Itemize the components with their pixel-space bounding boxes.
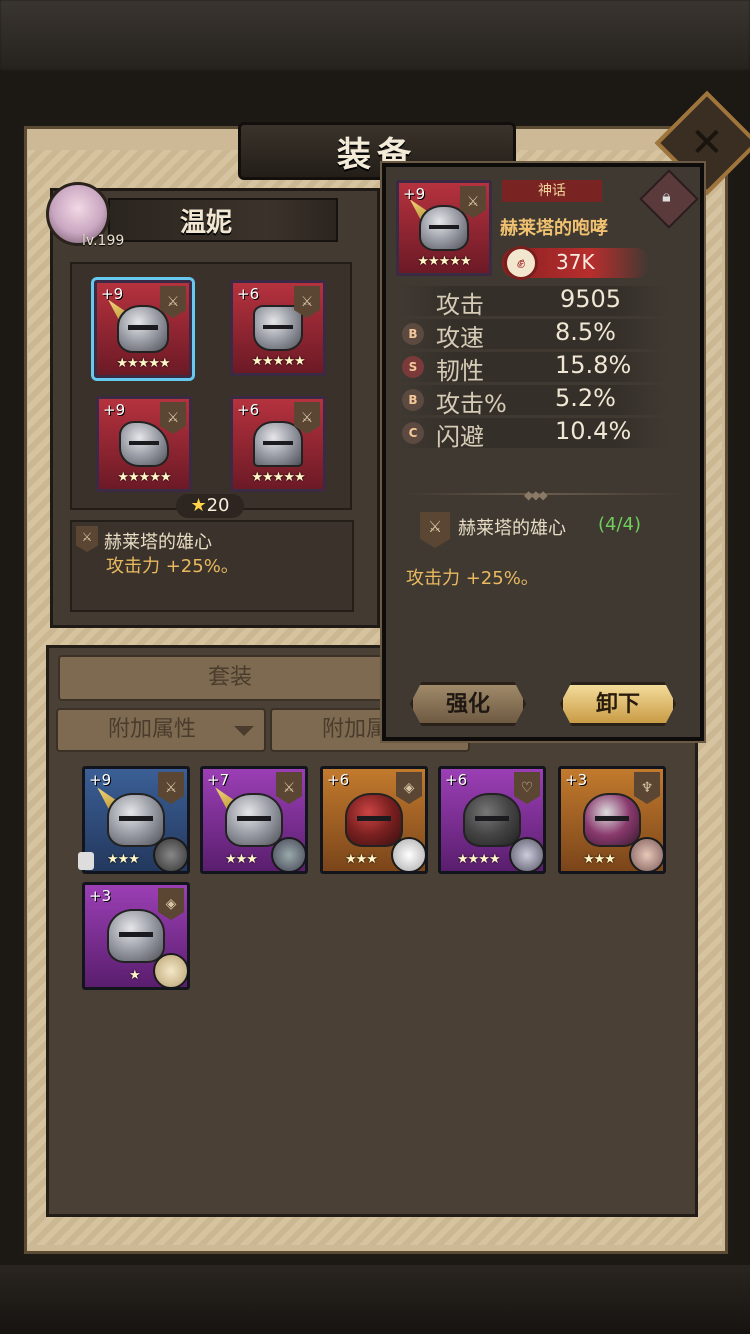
enhance-level: +9 (101, 285, 124, 303)
filter-label: 附加属性 (108, 717, 197, 742)
stat-label: 韧性 (436, 357, 484, 385)
helmet-icon (225, 793, 283, 847)
equip-slot-boots[interactable]: +6 ⚔ ★★★★★ (230, 396, 326, 492)
chevron-down-icon (234, 726, 254, 736)
inventory-item[interactable]: +9 ⚔ ★★★ (82, 766, 190, 874)
enhance-level: +6 (445, 771, 468, 789)
inventory-item[interactable]: +3 ◈ ★ (82, 882, 190, 990)
set-heart-icon: ♡ (514, 772, 540, 804)
star-rating: ★★★★★ (251, 470, 305, 485)
equip-slot-gloves[interactable]: +9 ⚔ ★★★★★ (96, 396, 192, 492)
enhance-level: +9 (89, 771, 112, 789)
stat-value: 8.5% (555, 318, 616, 346)
owner-avatar (509, 837, 543, 871)
inventory-item[interactable]: +6 ♡ ★★★★ (438, 766, 546, 874)
hood-helmet-icon (345, 793, 403, 847)
stat-label: 攻击 (436, 291, 484, 319)
stat-label: 攻击% (436, 390, 507, 418)
popup-set-count: (4/4) (598, 514, 642, 535)
set-sword-icon: ⚔ (158, 772, 184, 804)
stat-value: 10.4% (555, 417, 632, 445)
inventory-item[interactable]: +6 ◈ ★★★ (320, 766, 428, 874)
enhance-level: +3 (89, 887, 112, 905)
star-icon: ★ (190, 495, 207, 516)
stat-value: 15.8% (555, 351, 632, 379)
helmet-icon (107, 793, 165, 847)
power-value: 37K (556, 250, 595, 274)
total-stars-value: 20 (206, 495, 230, 516)
owner-avatar (153, 953, 187, 987)
close-icon: ✕ (690, 119, 724, 166)
owner-avatar (629, 837, 663, 871)
inventory-item[interactable]: +7 ⚔ ★★★ (200, 766, 308, 874)
filter-substat-dropdown[interactable]: 附加属性 (56, 708, 266, 752)
enhance-level: +6 (327, 771, 350, 789)
plumed-helmet-icon (107, 909, 165, 963)
stat-value: 5.2% (555, 384, 616, 412)
divider-diamond-icon: ◆◆◆ (524, 488, 548, 502)
star-rating: ★★★★★ (116, 356, 170, 371)
set-crit-icon: ◈ (396, 772, 422, 804)
enhance-level: +6 (237, 285, 260, 303)
set-sword-icon: ⚔ (276, 772, 302, 804)
set-bonus-effect: 攻击力 +25%。 (106, 556, 239, 577)
helmet-icon (463, 793, 521, 847)
set-crit-icon: ◈ (158, 888, 184, 920)
inventory-item[interactable]: +3 ♆ ★★★ (558, 766, 666, 874)
set-horns-icon: ♆ (634, 772, 660, 804)
lock-icon (78, 852, 94, 870)
popup-item-icon: +9 ⚔ ★★★★★ (396, 180, 492, 276)
star-rating: ★★★★★ (251, 354, 305, 369)
enhance-level: +6 (237, 401, 260, 419)
owner-avatar (153, 837, 187, 871)
set-sword-icon: ⚔ (160, 402, 186, 434)
blurred-bottom-bar (0, 1265, 750, 1334)
stat-label: 闪避 (436, 423, 484, 451)
substat-grade-badge: C (402, 422, 424, 444)
enhance-level: +9 (403, 185, 426, 203)
fist-icon: ✊︎ (504, 246, 538, 280)
equip-slot-helmet[interactable]: +9 ⚔ ★★★★★ (94, 280, 192, 378)
unequip-button[interactable]: 卸下 (560, 682, 676, 726)
substat-grade-badge: B (402, 323, 424, 345)
enhance-level: +9 (103, 401, 126, 419)
helmet-icon (117, 305, 169, 353)
filter-label: 附加属 (322, 717, 389, 742)
blurred-top-bar (0, 0, 750, 70)
tab-set[interactable]: 套装 (58, 655, 402, 701)
enhance-button[interactable]: 强化 (410, 682, 526, 726)
hero-name: 温妮 (180, 208, 233, 238)
set-bonus-name: 赫莱塔的雄心 (104, 532, 212, 553)
star-rating: ★★★★★ (417, 254, 471, 269)
total-stars-badge: ★20 (176, 494, 244, 518)
rarity-badge: 神话 (502, 180, 602, 202)
helmet-icon (418, 204, 470, 252)
gauntlet-icon (118, 420, 170, 468)
substat-grade-badge: S (402, 356, 424, 378)
item-name: 赫莱塔的咆哮 (500, 218, 608, 239)
stat-label: 攻速 (436, 324, 484, 352)
popup-set-effect: 攻击力 +25%。 (406, 568, 539, 589)
owner-avatar (271, 837, 305, 871)
enhance-level: +7 (207, 771, 230, 789)
stat-value: 9505 (560, 285, 622, 313)
enhance-level: +3 (565, 771, 588, 789)
substat-grade-badge: B (402, 389, 424, 411)
lock-icon: 🔒︎ (662, 186, 671, 206)
hero-level: lv.199 (82, 233, 125, 249)
spiked-helmet-icon (583, 793, 641, 847)
owner-avatar (391, 837, 425, 871)
boots-icon (252, 420, 304, 468)
equip-slot-armor[interactable]: +6 ⚔ ★★★★★ (230, 280, 326, 376)
popup-set-name: 赫莱塔的雄心 (458, 518, 566, 539)
armor-icon (252, 304, 304, 352)
star-rating: ★★★★★ (117, 470, 171, 485)
